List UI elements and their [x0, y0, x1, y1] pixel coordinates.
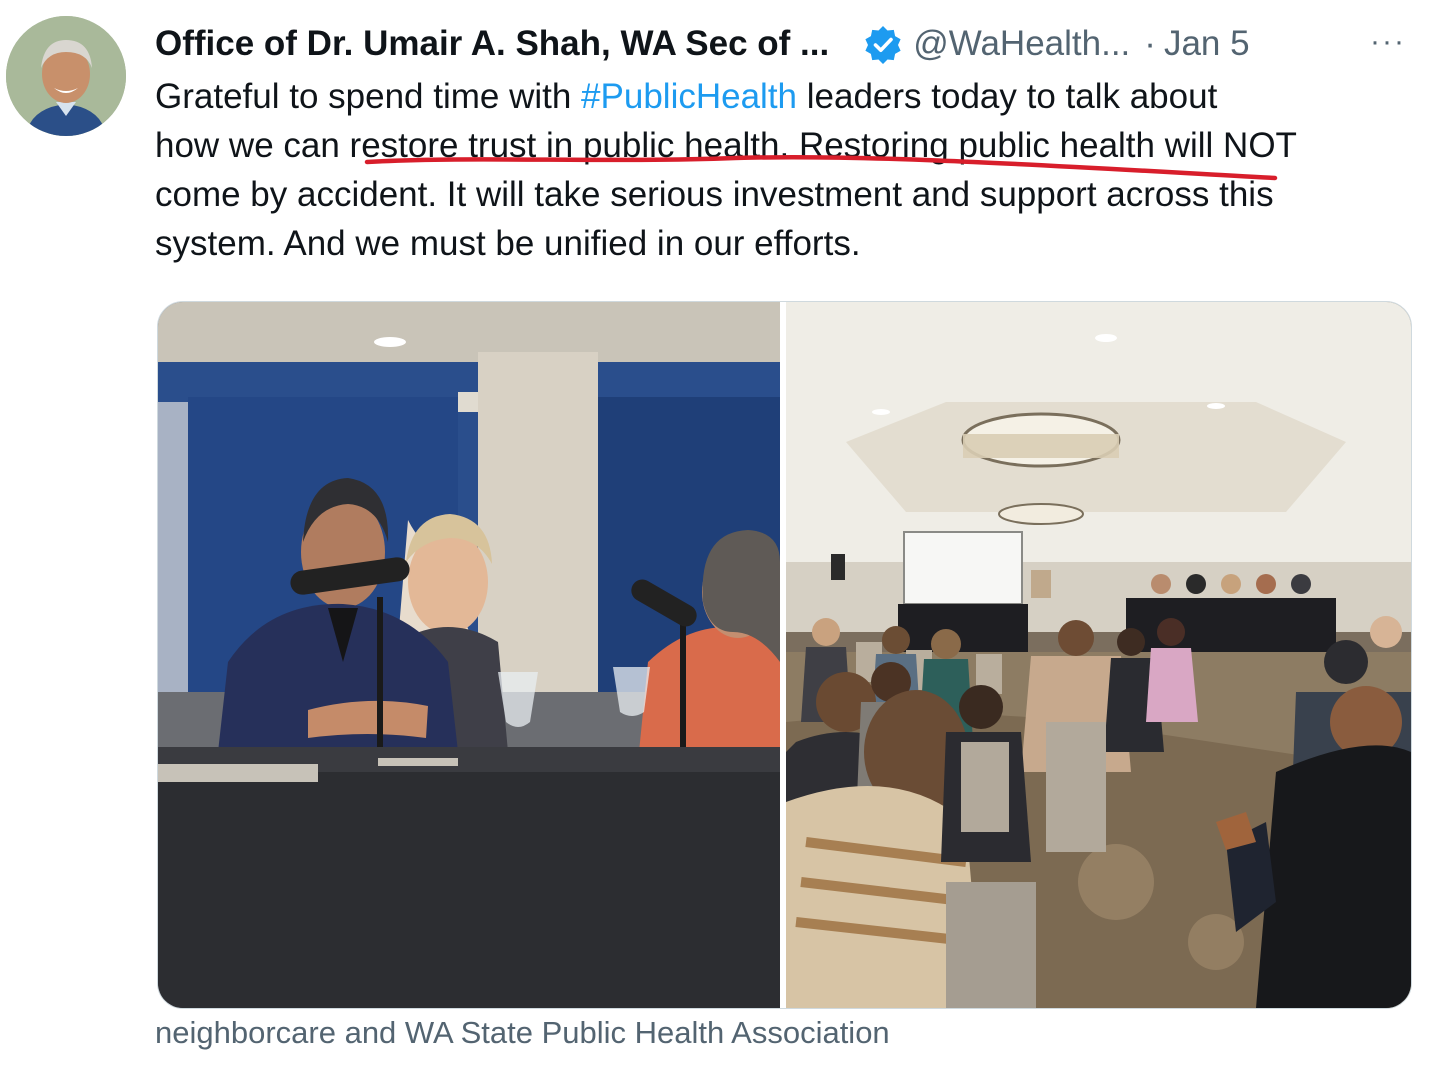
tweet-text-line-2: how we can restore trust in public healt… — [155, 126, 1297, 165]
tweet-text-part: leaders today to talk about — [797, 77, 1218, 116]
tweet-text-line-3: come by accident. It will take serious i… — [155, 175, 1274, 214]
verified-badge-icon — [863, 24, 903, 64]
tweet-media[interactable] — [157, 301, 1412, 1009]
user-handle[interactable]: @WaHealth... — [913, 24, 1130, 64]
audience-photo[interactable] — [786, 302, 1411, 1008]
tweet-text-line-4: system. And we must be unified in our ef… — [155, 224, 861, 263]
tweet-text-part: Grateful to spend time with — [155, 77, 582, 116]
header-separator: · — [1144, 24, 1156, 63]
tweet-text: Grateful to spend time with #PublicHealt… — [155, 72, 1425, 268]
display-name[interactable]: Office of Dr. Umair A. Shah, WA Sec of .… — [155, 24, 829, 64]
profile-avatar[interactable] — [6, 16, 126, 136]
panel-photo[interactable] — [158, 302, 780, 1008]
tweet-header: Office of Dr. Umair A. Shah, WA Sec of .… — [155, 14, 1250, 74]
hashtag-link[interactable]: #PublicHealth — [581, 77, 797, 116]
tweet-date[interactable]: Jan 5 — [1164, 24, 1250, 64]
tweet-text-line-1: Grateful to spend time with #PublicHealt… — [155, 72, 1425, 121]
media-caption[interactable]: neighborcare and WA State Public Health … — [155, 1015, 890, 1051]
more-options-icon[interactable]: ··· — [1366, 20, 1410, 64]
tweet[interactable]: Office of Dr. Umair A. Shah, WA Sec of .… — [0, 0, 1450, 1068]
